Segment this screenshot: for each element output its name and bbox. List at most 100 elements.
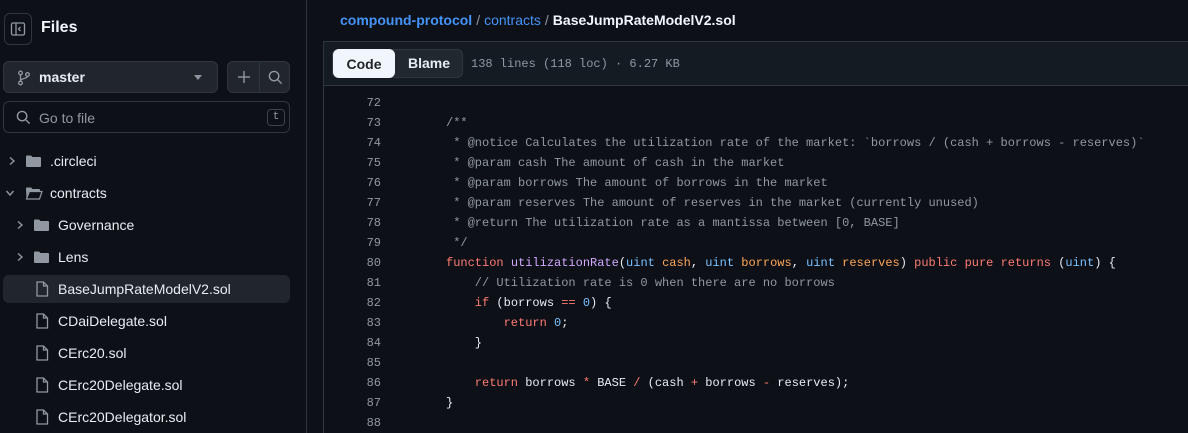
breadcrumb-separator: / [476, 12, 481, 28]
line-number[interactable]: 72 [324, 93, 381, 113]
file-view: compound-protocol / contracts / BaseJumpRate… [323, 0, 1188, 433]
code-token: return [446, 316, 555, 330]
line-number[interactable]: 81 [324, 273, 381, 293]
code-token: * @param cash The amount of cash in the … [446, 156, 785, 170]
code-line: 79 */ [324, 233, 1188, 253]
tree-actions [227, 61, 290, 93]
line-number[interactable]: 80 [324, 253, 381, 273]
line-number[interactable]: 86 [324, 373, 381, 393]
line-number[interactable]: 83 [324, 313, 381, 333]
tree-item-basejumpratemodelv2[interactable]: BaseJumpRateModelV2.sol [3, 275, 290, 303]
line-number[interactable]: 75 [324, 153, 381, 173]
code-tab[interactable]: Code [333, 49, 395, 78]
tree-item-contracts[interactable]: contracts [3, 179, 290, 207]
tree-item-label: BaseJumpRateModelV2.sol [58, 281, 231, 297]
file-tree-sidebar: Files master Go to file t .circleci cont… [0, 0, 306, 433]
code-line: 82 if (borrows == 0) { [324, 293, 1188, 313]
line-number[interactable]: 73 [324, 113, 381, 133]
tree-item-circleci[interactable]: .circleci [3, 147, 290, 175]
code-viewer[interactable]: 72 73 /** 74 * @notice Calculates the utili… [323, 86, 1188, 433]
go-to-file-placeholder: Go to file [39, 110, 96, 126]
folder-icon [34, 219, 49, 231]
tree-item-label: .circleci [50, 153, 97, 169]
line-number[interactable]: 84 [324, 333, 381, 353]
tree-item-cerc20delegator[interactable]: CErc20Delegator.sol [3, 403, 290, 431]
line-number[interactable]: 76 [324, 173, 381, 193]
code-token: * @return The utilization rate as a mant… [446, 216, 900, 230]
tree-item-label: CDaiDelegate.sol [58, 313, 167, 329]
line-number[interactable]: 78 [324, 213, 381, 233]
blame-tab[interactable]: Blame [395, 50, 463, 77]
collapse-sidebar-button[interactable] [4, 13, 32, 45]
code-token: borrows [525, 376, 583, 390]
code-token: uint [626, 256, 663, 270]
code-text: } [446, 333, 482, 353]
code-token: * [582, 376, 591, 390]
breadcrumb-folder-link[interactable]: contracts [484, 12, 541, 28]
code-token: if [446, 296, 497, 310]
search-code-button[interactable] [260, 62, 290, 92]
breadcrumb-separator: / [544, 12, 549, 28]
tree-item-lens[interactable]: Lens [3, 243, 290, 271]
chevron-down-icon [194, 75, 202, 80]
chevron-right-icon [17, 220, 24, 230]
code-line: 75 * @param cash The amount of cash in t… [324, 153, 1188, 173]
code-token: */ [446, 236, 468, 250]
code-token: ) { [590, 296, 612, 310]
code-line: 80 function utilizationRate(uint cash, ui… [324, 253, 1188, 273]
code-text: * @param cash The amount of cash in the … [446, 153, 784, 173]
code-token: * @notice Calculates the utilization rat… [446, 136, 1145, 150]
code-token: // Utilization rate is 0 when there are … [446, 276, 835, 290]
file-icon [36, 409, 49, 425]
code-text: * @return The utilization rate as a mant… [446, 213, 900, 233]
chevron-down-icon [5, 190, 15, 197]
code-token: == [561, 296, 576, 310]
code-token: function [446, 256, 511, 270]
chevron-right-icon [17, 252, 24, 262]
breadcrumb-repo-link[interactable]: compound-protocol [340, 12, 472, 28]
code-text: return 0; [446, 313, 569, 333]
code-line: 74 * @notice Calculates the utilization … [324, 133, 1188, 153]
add-file-button[interactable] [228, 62, 259, 92]
line-number[interactable]: 85 [324, 353, 381, 373]
code-token: cash [662, 256, 691, 270]
line-number[interactable]: 87 [324, 393, 381, 413]
code-line: 87} [324, 393, 1188, 413]
file-header: Code Blame 138 lines (118 loc) · 6.27 KB [323, 42, 1188, 86]
code-token: , [690, 256, 706, 270]
code-token: ; [561, 316, 569, 330]
code-line: 73 /** [324, 113, 1188, 133]
code-line: 72 [324, 93, 1188, 113]
tree-item-label: Lens [58, 249, 89, 265]
tree-item-cerc20[interactable]: CErc20.sol [3, 339, 290, 367]
file-icon [36, 313, 49, 329]
code-token: (cash [640, 376, 691, 390]
code-token: - [762, 376, 771, 390]
line-number[interactable]: 77 [324, 193, 381, 213]
code-token: uint [705, 256, 742, 270]
code-token: utilizationRate [510, 256, 619, 270]
line-number[interactable]: 82 [324, 293, 381, 313]
sidebar-resize-handle[interactable] [306, 0, 307, 433]
code-text: if (borrows == 0) { [446, 293, 612, 313]
file-info: 138 lines (118 loc) · 6.27 KB [471, 57, 680, 71]
code-token: /** [446, 116, 468, 130]
code-token: return [446, 376, 526, 390]
line-number[interactable]: 74 [324, 133, 381, 153]
code-token: uint [1065, 256, 1095, 270]
code-token: * @param borrows The amount of borrows i… [446, 176, 828, 190]
git-branch-icon [18, 70, 30, 86]
tree-item-cerc20delegate[interactable]: CErc20Delegate.sol [3, 371, 290, 399]
folder-icon [26, 155, 41, 167]
line-number[interactable]: 79 [324, 233, 381, 253]
code-token: reserves [842, 256, 900, 270]
tree-item-cdaidelegate[interactable]: CDaiDelegate.sol [3, 307, 290, 335]
code-token: uint [806, 256, 843, 270]
line-number[interactable]: 88 [324, 413, 381, 433]
code-token: , [791, 256, 807, 270]
go-to-file-input[interactable]: Go to file t [3, 101, 290, 133]
code-token: borrows [698, 376, 763, 390]
branch-select-button[interactable]: master [3, 61, 218, 93]
tree-item-governance[interactable]: Governance [3, 211, 290, 239]
